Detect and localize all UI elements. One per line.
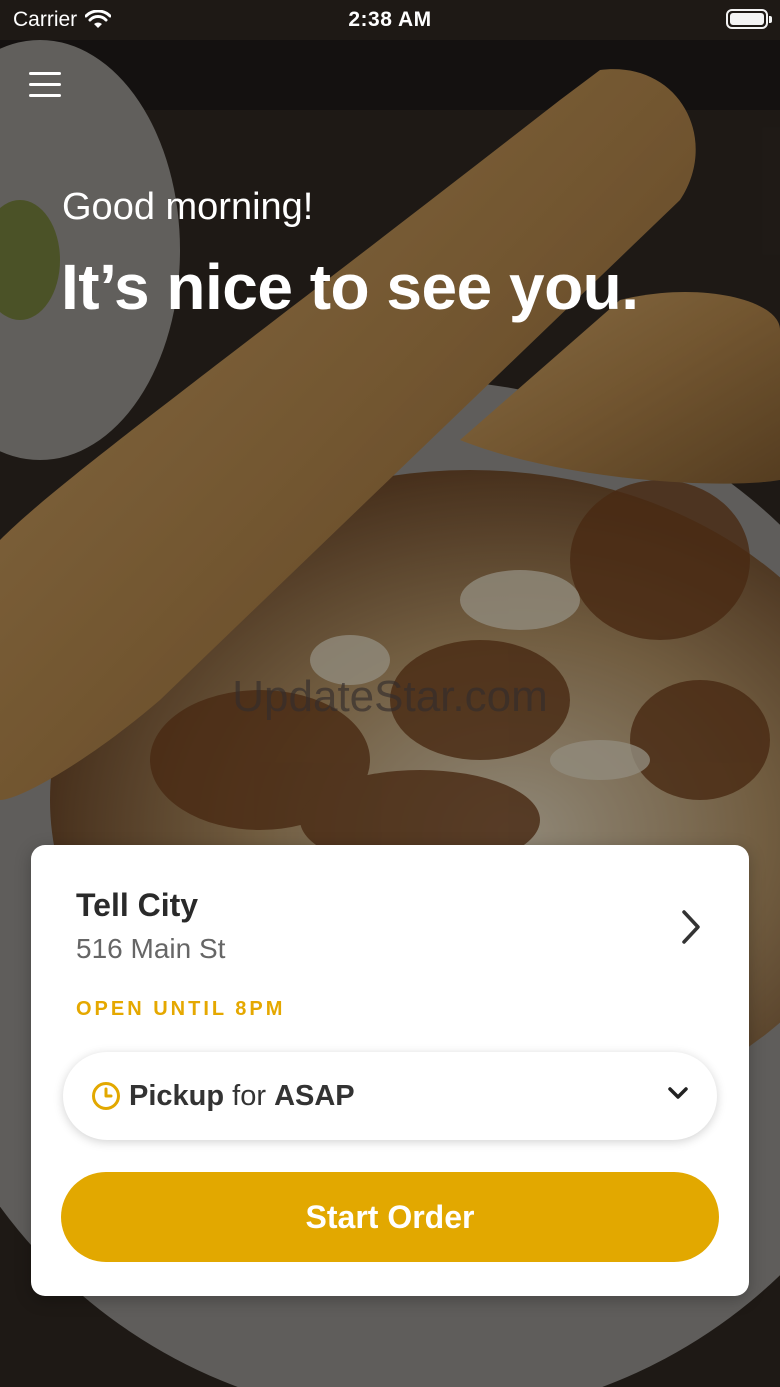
chevron-right-icon[interactable]	[679, 909, 703, 945]
app-screen: Carrier 2:38 AM Good morning! It’s nice …	[0, 0, 780, 1387]
pickup-time: ASAP	[274, 1079, 355, 1112]
status-time: 2:38 AM	[348, 8, 432, 31]
start-order-button[interactable]: Start Order	[61, 1172, 719, 1262]
greeting-text: Good morning!	[62, 186, 314, 228]
pickup-time-selector[interactable]: Pickup for ASAP	[63, 1052, 717, 1140]
headline-text: It’s nice to see you.	[61, 251, 639, 323]
battery-level	[730, 13, 764, 25]
pickup-mode: Pickup	[129, 1079, 225, 1112]
pickup-text: Pickup for ASAP	[129, 1080, 355, 1113]
battery-icon	[726, 9, 772, 29]
store-name[interactable]: Tell City	[76, 887, 198, 924]
pickup-connector: for	[232, 1079, 266, 1112]
status-bar: Carrier 2:38 AM	[0, 0, 780, 40]
clock-icon	[92, 1082, 120, 1110]
chevron-down-icon[interactable]	[667, 1086, 689, 1102]
hours-label: OPEN UNTIL 8PM	[76, 998, 286, 1020]
location-card: Tell City 516 Main St OPEN UNTIL 8PM Pic…	[31, 845, 749, 1296]
watermark-text: UpdateStar.com	[232, 672, 548, 721]
hamburger-menu-icon[interactable]	[29, 72, 63, 106]
store-address[interactable]: 516 Main St	[76, 933, 225, 965]
